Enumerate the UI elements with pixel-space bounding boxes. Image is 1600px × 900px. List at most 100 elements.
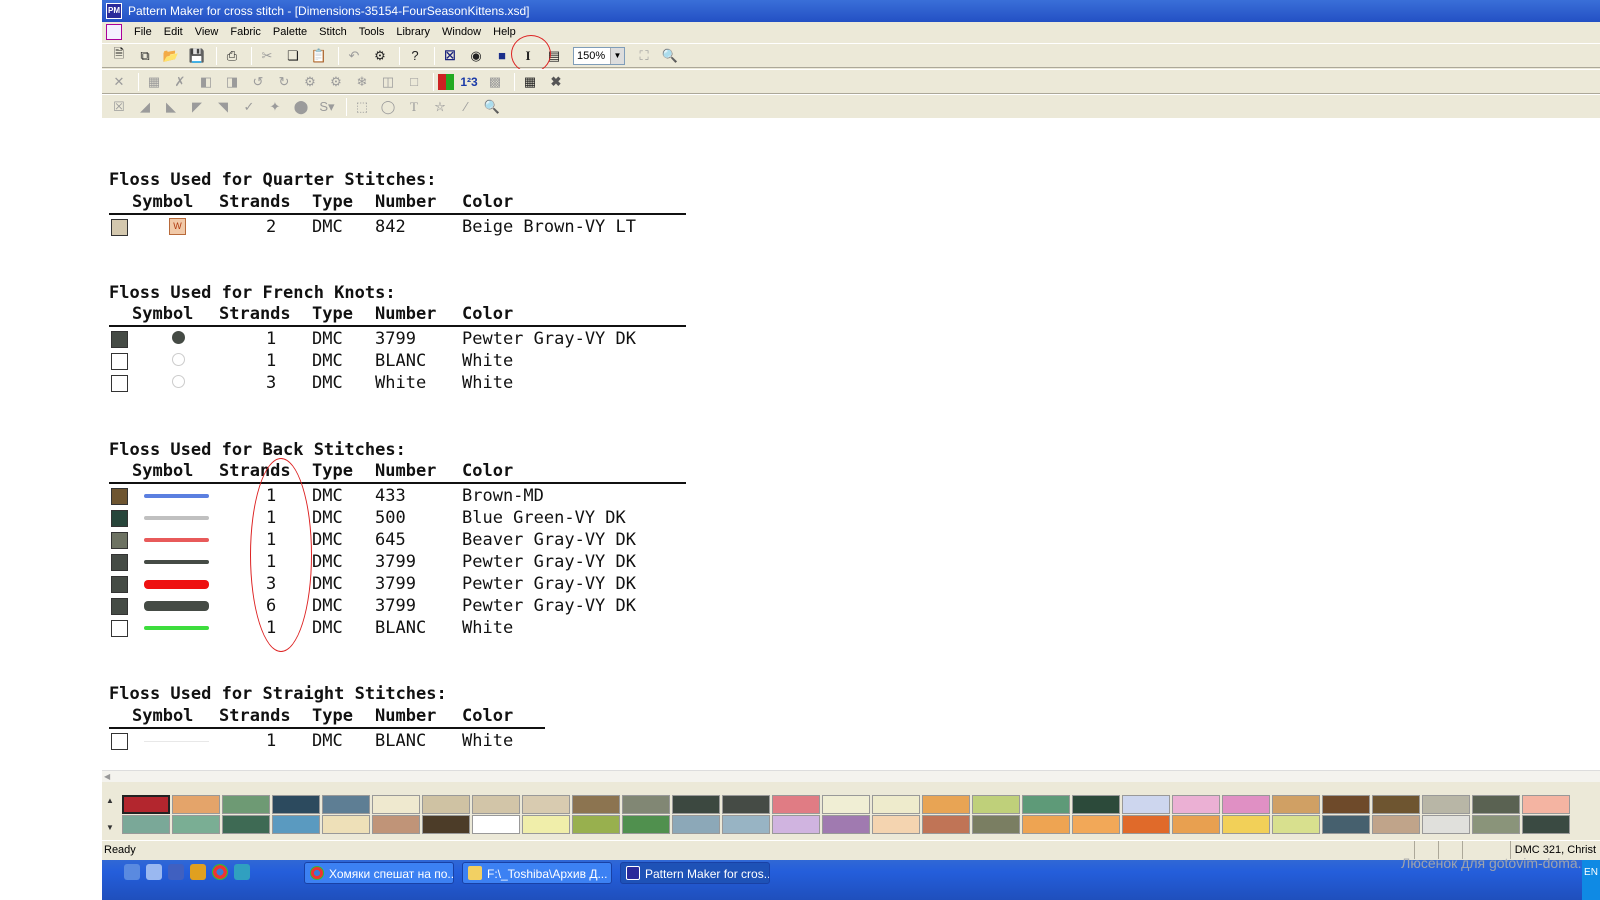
floss-row[interactable]: 3 DMC White White	[102, 373, 679, 395]
palette-color-chip[interactable]	[622, 815, 670, 834]
palette-color-chip[interactable]	[922, 795, 970, 814]
floss-row[interactable]: 1 DMC 3799 Pewter Gray-VY DK	[102, 329, 679, 351]
menu-window[interactable]: Window	[436, 22, 487, 42]
palette-color-chip[interactable]	[622, 795, 670, 814]
symbol-view-icon[interactable]: ◉	[465, 45, 487, 67]
palette-color-chip[interactable]	[1322, 795, 1370, 814]
floss-list-icon[interactable]: ▤	[543, 45, 565, 67]
title-bar[interactable]: PM Pattern Maker for cross stitch - [Dim…	[102, 0, 1600, 22]
undo-icon[interactable]: ↶	[343, 45, 365, 67]
palette-color-chip[interactable]	[1422, 795, 1470, 814]
palette-color-chip[interactable]	[372, 795, 420, 814]
numbering-icon[interactable]: 1²3	[458, 71, 480, 93]
palette-color-chip[interactable]	[222, 815, 270, 834]
new-from-image-icon[interactable]: ⧉	[134, 45, 156, 67]
palette-color-chip[interactable]	[522, 815, 570, 834]
document-icon[interactable]	[106, 24, 122, 40]
paste-icon[interactable]: 📋	[308, 45, 330, 67]
scroll-down-icon[interactable]: ▼	[102, 823, 118, 832]
palette-color-chip[interactable]	[772, 815, 820, 834]
palette-color-chip[interactable]	[1122, 795, 1170, 814]
properties-icon[interactable]: ⚙	[369, 45, 391, 67]
palette-color-chip[interactable]	[322, 815, 370, 834]
scroll-up-icon[interactable]: ▲	[102, 796, 118, 805]
flip-vertical-icon[interactable]: ◨	[221, 71, 243, 93]
palette-color-chip[interactable]	[1472, 795, 1520, 814]
pattern-icon[interactable]: ▩	[484, 71, 506, 93]
color-block-view-icon[interactable]: ■	[491, 45, 513, 67]
zoom-dropdown[interactable]: 150% ▼	[573, 46, 625, 65]
palette-color-chip[interactable]	[1122, 815, 1170, 834]
palette-color-chip[interactable]	[1222, 815, 1270, 834]
palette-color-chip[interactable]	[1472, 815, 1520, 834]
start-icon[interactable]	[124, 864, 140, 880]
mirror-icon[interactable]: ◫	[377, 71, 399, 93]
menu-palette[interactable]: Palette	[267, 22, 313, 42]
palette-color-chip[interactable]	[1222, 795, 1270, 814]
grid-icon[interactable]: ▦	[519, 71, 541, 93]
palette-color-chip[interactable]	[322, 795, 370, 814]
menu-tools[interactable]: Tools	[353, 22, 391, 42]
palette-color-chip[interactable]	[1272, 795, 1320, 814]
task-explorer[interactable]: F:\_Toshiba\Архив Д...	[462, 862, 612, 884]
chevron-down-icon[interactable]: ▼	[610, 47, 624, 64]
fit-to-window-icon[interactable]: ⛶	[633, 45, 655, 67]
palette-color-chip[interactable]	[172, 795, 220, 814]
gear-icon[interactable]: ⚙	[325, 71, 347, 93]
floss-row[interactable]: 1 DMC BLANC White	[102, 618, 679, 640]
palette-color-chip[interactable]	[1322, 815, 1370, 834]
cut-selection-icon[interactable]: ✗	[169, 71, 191, 93]
floss-row[interactable]: 1 DMC 3799 Pewter Gray-VY DK	[102, 552, 679, 574]
browser-icon[interactable]	[190, 864, 206, 880]
menu-file[interactable]: File	[128, 22, 158, 42]
chrome-icon[interactable]	[212, 864, 228, 880]
floss-row[interactable]: 1 DMC BLANC White	[102, 731, 538, 753]
palette-color-chip[interactable]	[1522, 815, 1570, 834]
rotate-right-icon[interactable]: ↻	[273, 71, 295, 93]
menu-fabric[interactable]: Fabric	[224, 22, 267, 42]
palette-color-chip[interactable]	[722, 815, 770, 834]
language-indicator[interactable]: EN	[1582, 860, 1600, 900]
palette-color-chip[interactable]	[572, 815, 620, 834]
floss-row[interactable]: 6 DMC 3799 Pewter Gray-VY DK	[102, 596, 679, 618]
floss-row[interactable]: 1 DMC 500 Blue Green-VY DK	[102, 508, 679, 530]
palette-color-chip[interactable]	[972, 815, 1020, 834]
menu-help[interactable]: Help	[487, 22, 522, 42]
flip-horizontal-icon[interactable]: ◧	[195, 71, 217, 93]
menu-stitch[interactable]: Stitch	[313, 22, 353, 42]
backstitch-icon[interactable]: ✓	[238, 96, 260, 118]
palette-color-chip[interactable]	[222, 795, 270, 814]
bead-icon[interactable]: ✦	[264, 96, 286, 118]
palette-color-chip[interactable]	[122, 815, 170, 834]
palette-scroll[interactable]: ▲ ▼	[102, 792, 118, 837]
palette-color-chip[interactable]	[1372, 795, 1420, 814]
palette-color-chip[interactable]	[1072, 815, 1120, 834]
scroll-left-icon[interactable]: ◀	[104, 772, 110, 781]
desktop-icon[interactable]	[146, 864, 162, 880]
help-icon[interactable]: ?	[404, 45, 426, 67]
fill-icon[interactable]: ⛦	[429, 96, 451, 118]
palette-color-chip[interactable]	[572, 795, 620, 814]
palette-color-chip[interactable]	[272, 815, 320, 834]
special-stitch-icon[interactable]: S▾	[316, 96, 338, 118]
palette-color-chip[interactable]	[1172, 815, 1220, 834]
color-grid-icon[interactable]	[438, 73, 454, 90]
app-shortcut-icon[interactable]	[234, 864, 250, 880]
zoom-magnifier-icon[interactable]: 🔍	[659, 45, 681, 67]
palette-color-chip[interactable]	[1372, 815, 1420, 834]
palette-color-chip[interactable]	[1022, 795, 1070, 814]
palette-color-chip[interactable]	[1272, 815, 1320, 834]
petite-stitch-icon[interactable]: ◥	[212, 96, 234, 118]
palette-color-chip[interactable]	[772, 795, 820, 814]
cut-icon[interactable]: ✂	[256, 45, 278, 67]
task-browser[interactable]: Хомяки спешат на по...	[304, 862, 454, 884]
menu-edit[interactable]: Edit	[158, 22, 189, 42]
task-pattern-maker[interactable]: Pattern Maker for cros...	[620, 862, 770, 884]
palette-color-chip[interactable]	[822, 815, 870, 834]
palette-color-chip[interactable]	[272, 795, 320, 814]
floss-row[interactable]: W 2 DMC 842 Beige Brown-VY LT	[102, 217, 679, 239]
shift-icon[interactable]: ⚙	[299, 71, 321, 93]
half-stitch-icon[interactable]: ◣	[160, 96, 182, 118]
menu-library[interactable]: Library	[390, 22, 436, 42]
horizontal-scrollbar[interactable]: ◀	[102, 770, 1600, 782]
